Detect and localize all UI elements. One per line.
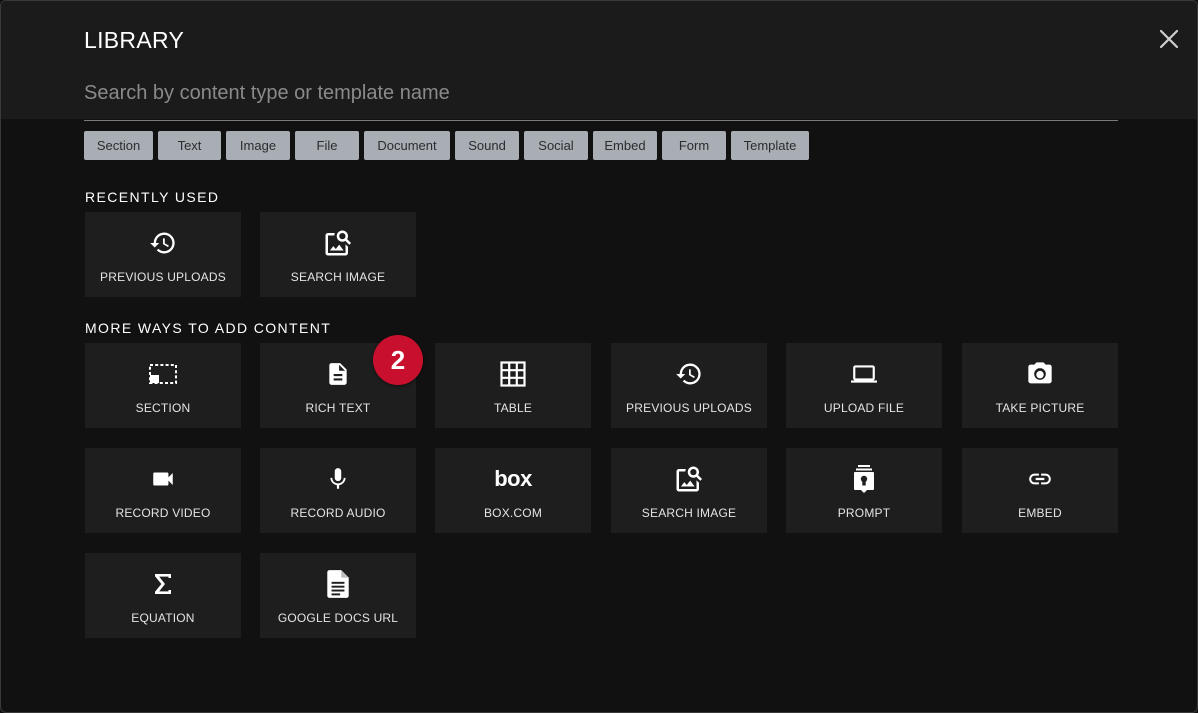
tile-record-video[interactable]: RECORD VIDEO [85,448,241,533]
tile-label: RECORD AUDIO [290,506,386,520]
image-search-icon [323,229,353,257]
tile-section[interactable]: SECTION [85,343,241,428]
video-camera-icon [149,465,177,493]
history-icon [675,360,703,388]
tile-label: TABLE [493,401,533,415]
tile-label: RECORD VIDEO [115,506,211,520]
search-input[interactable] [84,73,1118,113]
filter-chip-template[interactable]: Template [731,131,809,160]
laptop-icon [849,360,879,388]
box-logo-text: box [494,466,532,491]
tile-table[interactable]: TABLE [435,343,591,428]
recently-used-heading: RECENTLY USED [85,189,220,205]
tile-label: EMBED [1018,506,1062,520]
filter-chips: Section Text Image File Document Sound S… [84,131,809,161]
modal-title: LIBRARY [84,27,185,53]
link-icon [1026,465,1054,493]
tile-search-image[interactable]: SEARCH IMAGE [611,448,767,533]
filter-chip-section[interactable]: Section [84,131,153,160]
search-field [84,73,1118,121]
filter-chip-sound[interactable]: Sound [455,131,519,160]
microphone-icon [325,465,351,493]
tile-label: UPLOAD FILE [823,401,905,415]
section-icon [148,360,178,388]
filter-chip-embed[interactable]: Embed [593,131,657,160]
filter-chip-social[interactable]: Social [524,131,588,160]
more-ways-heading: MORE WAYS TO ADD CONTENT [85,320,332,336]
google-doc-icon [325,570,351,598]
filter-chip-text[interactable]: Text [158,131,221,160]
tile-label: TAKE PICTURE [995,401,1085,415]
prompt-icon [851,465,877,493]
tile-embed[interactable]: EMBED [962,448,1118,533]
filter-chip-document[interactable]: Document [364,131,450,160]
tile-google-docs-url[interactable]: GOOGLE DOCS URL [260,553,416,638]
step-badge: 2 [373,335,423,385]
tile-take-picture[interactable]: TAKE PICTURE [962,343,1118,428]
tile-label: GOOGLE DOCS URL [277,611,399,625]
tile-label: SECTION [135,401,191,415]
history-icon [149,229,177,257]
tile-label: SEARCH IMAGE [290,270,386,284]
tile-previous-uploads[interactable]: PREVIOUS UPLOADS [611,343,767,428]
tile-label: BOX.COM [483,506,543,520]
tile-equation[interactable]: EQUATION [85,553,241,638]
tile-label: EQUATION [131,611,195,625]
document-icon [325,360,351,388]
tile-upload-file[interactable]: UPLOAD FILE [786,343,942,428]
filter-chip-file[interactable]: File [295,131,359,160]
close-icon [1159,29,1179,49]
tile-label: RICH TEXT [305,401,371,415]
filter-chip-form[interactable]: Form [662,131,726,160]
image-search-icon [674,465,704,493]
box-logo-icon: box [494,465,532,493]
tile-search-image-recent[interactable]: SEARCH IMAGE [260,212,416,297]
camera-icon [1026,360,1054,388]
table-icon [500,360,526,388]
tile-label: PREVIOUS UPLOADS [626,401,752,415]
tile-prompt[interactable]: PROMPT [786,448,942,533]
tile-box-com[interactable]: box BOX.COM [435,448,591,533]
tile-record-audio[interactable]: RECORD AUDIO [260,448,416,533]
tile-label: SEARCH IMAGE [641,506,737,520]
tile-label: PROMPT [837,506,891,520]
sigma-icon [153,570,173,598]
tile-previous-uploads-recent[interactable]: PREVIOUS UPLOADS [85,212,241,297]
close-button[interactable] [1155,25,1183,53]
library-modal: LIBRARY Section Text Image File Document… [0,0,1198,713]
tile-label: PREVIOUS UPLOADS [100,270,226,284]
filter-chip-image[interactable]: Image [226,131,290,160]
